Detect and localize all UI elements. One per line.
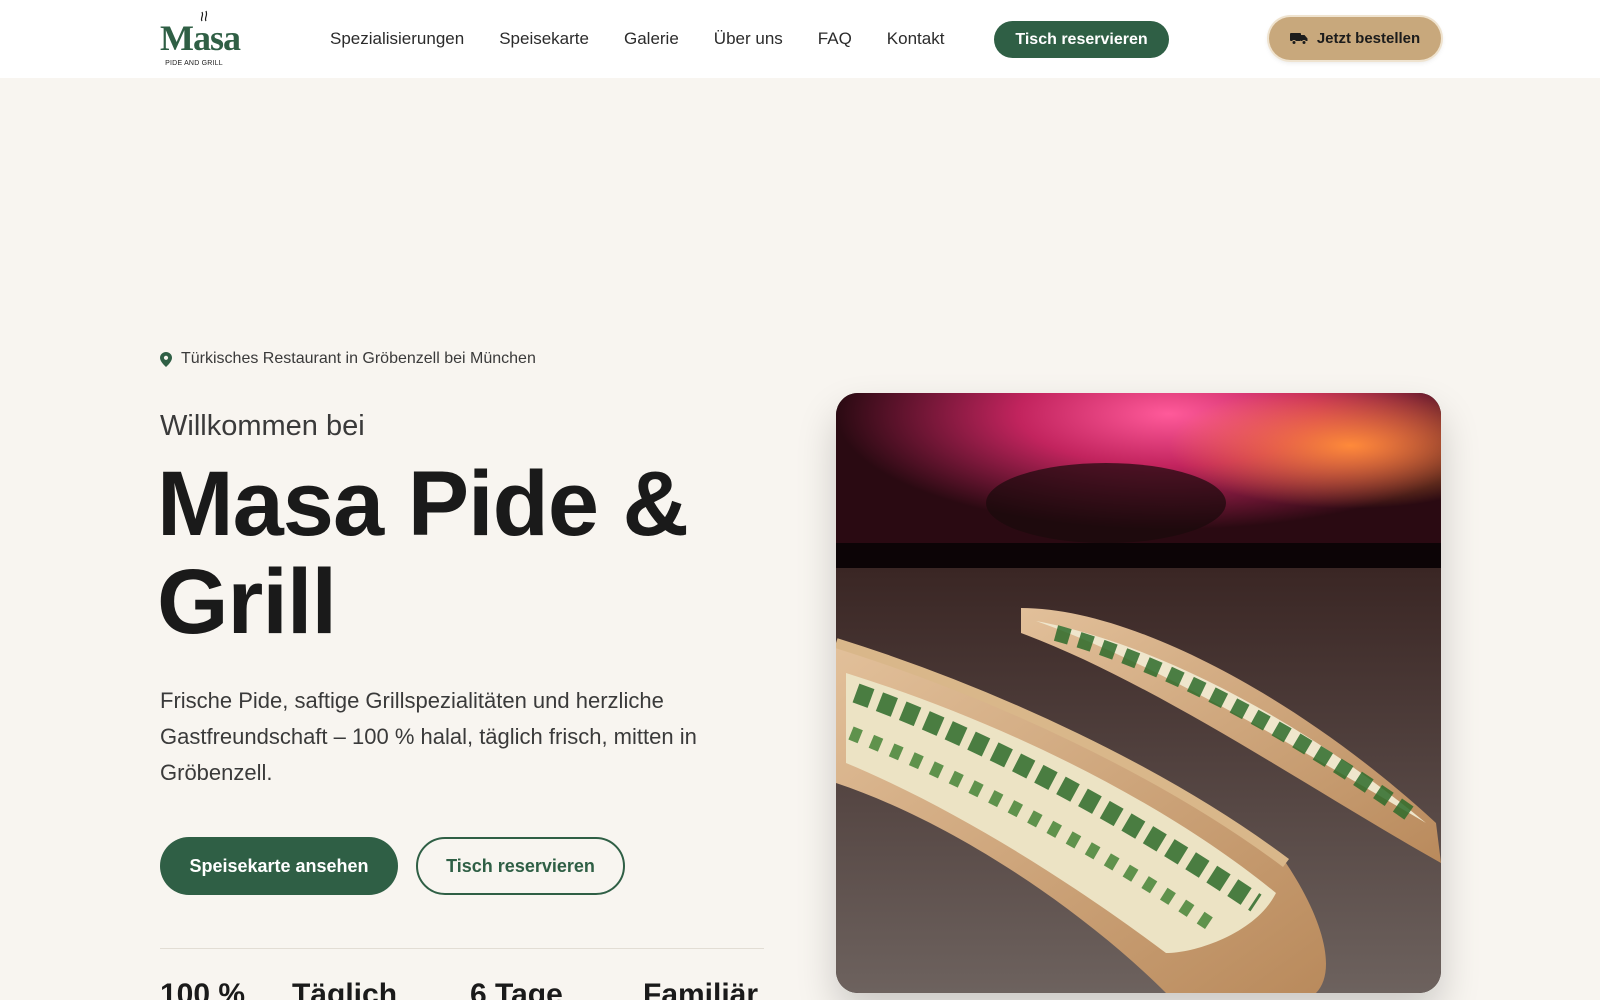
location-text: Türkisches Restaurant in Gröbenzell bei … [181, 350, 536, 367]
truck-icon [1289, 33, 1308, 45]
stat-halal: 100 % [160, 978, 246, 1000]
location-eyebrow: Türkisches Restaurant in Gröbenzell bei … [160, 350, 536, 368]
nav-link-faq[interactable]: FAQ [818, 29, 852, 49]
main-nav: Spezialisierungen Speisekarte Galerie Üb… [330, 20, 979, 58]
nav-reserve-button[interactable]: Tisch reservieren [994, 21, 1169, 58]
nav-link-ueber-uns[interactable]: Über uns [714, 29, 783, 49]
map-pin-icon [160, 351, 172, 367]
stat-family: Familiär [643, 978, 759, 1000]
stats-divider [160, 948, 764, 949]
site-header: Masa PIDE AND GRILL Spezialisierungen Sp… [0, 0, 1600, 78]
view-menu-button[interactable]: Speisekarte ansehen [160, 837, 398, 895]
logo-word: Masa [160, 18, 241, 58]
hero-stats: 100 % Täglich 6 Tage Familiär [160, 978, 780, 1000]
welcome-heading: Willkommen bei [160, 410, 365, 442]
reserve-table-button[interactable]: Tisch reservieren [416, 837, 625, 895]
hero-title: Masa Pide & Grill [157, 453, 689, 653]
order-now-label: Jetzt bestellen [1316, 30, 1421, 47]
nav-link-kontakt[interactable]: Kontakt [887, 29, 945, 49]
pide-photo [836, 393, 1441, 993]
hero-lead: Frische Pide, saftige Grillspezialitäten… [160, 688, 697, 785]
stat-days: 6 Tage [470, 978, 563, 1000]
stat-daily: Täglich [292, 978, 398, 1000]
nav-link-speisekarte[interactable]: Speisekarte [499, 29, 589, 49]
order-now-button[interactable]: Jetzt bestellen [1269, 17, 1441, 60]
nav-link-galerie[interactable]: Galerie [624, 29, 679, 49]
pide-illustration [836, 393, 1441, 993]
logo-tagline: PIDE AND GRILL [165, 60, 223, 67]
masa-logo[interactable]: Masa PIDE AND GRILL [160, 9, 241, 71]
nav-link-spezialisierungen[interactable]: Spezialisierungen [330, 29, 464, 49]
